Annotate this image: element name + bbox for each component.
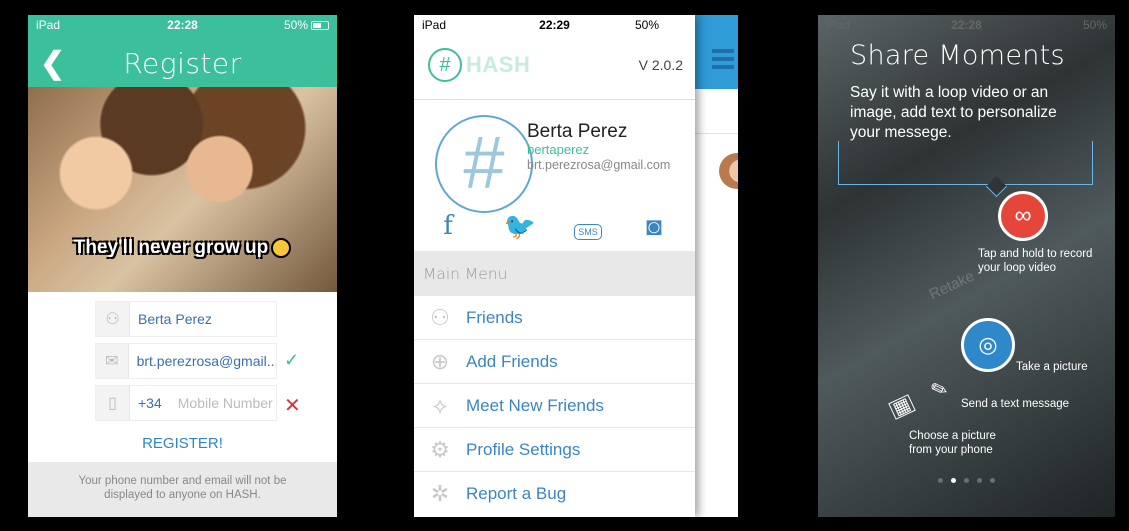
phone-field[interactable]: ▯ +34 Mobile Number (95, 385, 277, 421)
clock: 22:28 (951, 18, 982, 32)
add-friend-icon: ⊕ (430, 348, 450, 374)
sms-label: SMS (574, 224, 602, 240)
gear-icon: ⚙ (430, 436, 450, 462)
twitter-icon[interactable]: 🐦 (502, 211, 538, 242)
menu-item-label: Profile Settings (466, 439, 581, 459)
divider (414, 99, 695, 100)
status-bar: iPad 22:29 50% (414, 15, 695, 35)
facebook-icon[interactable]: f (430, 211, 466, 241)
menu-item-label: Friends (466, 307, 523, 327)
menu-item-add-friends[interactable]: ⊕ Add Friends (414, 340, 695, 384)
phone-icon: ▯ (96, 386, 130, 420)
register-screen: iPad 22:28 50% ❮ Register They'll never … (28, 15, 337, 517)
main-header (695, 15, 738, 89)
laughing-emoji-icon (271, 237, 292, 258)
menu-item-label: Meet New Friends (466, 395, 604, 415)
logo-text: HASH (466, 52, 531, 77)
clock: 22:28 (167, 18, 198, 32)
bug-icon: ✲ (430, 481, 450, 506)
menu-screen: iPad 22:29 50% # HASH V 2.0.2 # Berta Pe… (414, 15, 738, 517)
app-version: V 2.0.2 (638, 57, 683, 73)
envelope-icon: ✉ (96, 344, 129, 378)
text-message-icon[interactable]: ✎ (927, 375, 951, 404)
text-tip: Send a text message (961, 398, 1070, 410)
section-title: Main Menu (414, 251, 695, 296)
user-icon: ⚇ (96, 302, 130, 336)
profile-avatar[interactable]: # (435, 115, 533, 213)
photo-caption: They'll never grow up (28, 237, 337, 259)
page-dot[interactable] (964, 478, 969, 483)
menu-item-label: Report a Bug (466, 484, 567, 503)
menu-item-friends[interactable]: ⚇ Friends (414, 296, 695, 340)
gallery-icon[interactable]: ▦ (888, 393, 916, 420)
clock: 22:29 (539, 18, 570, 32)
page-dot[interactable] (938, 478, 943, 483)
picture-tip: Take a picture (1016, 361, 1088, 373)
page-dot[interactable] (951, 478, 956, 483)
menu-item-report-bug[interactable]: ✲ Report a Bug (414, 472, 695, 516)
cover-photo: They'll never grow up (28, 87, 337, 292)
tutorial-title: Share Moments (850, 40, 1065, 71)
caption-text: They'll never grow up (73, 237, 269, 258)
email-field[interactable]: ✉ brt.perezrosa@gmail.... (95, 343, 277, 379)
record-tip: Tap and hold to record your loop video (978, 248, 1093, 274)
divider (695, 133, 738, 134)
name-field[interactable]: ⚇ Berta Perez (95, 301, 277, 337)
camera-icon[interactable]: ◎ (961, 318, 1015, 372)
page-indicator (818, 470, 1115, 488)
mobile-number-input[interactable]: Mobile Number (162, 395, 273, 411)
tutorial-screen: iPad 22:28 50% Share Moments Say it with… (818, 15, 1115, 517)
profile-name: Berta Perez (527, 121, 628, 142)
callout-bracket (838, 141, 1093, 185)
page-title: Register (123, 47, 242, 80)
privacy-note: Your phone number and email will not be … (28, 462, 337, 517)
cross-icon: ✕ (284, 395, 301, 417)
side-drawer: iPad 22:29 50% # HASH V 2.0.2 # Berta Pe… (414, 15, 695, 517)
register-button[interactable]: REGISTER! (28, 435, 337, 452)
name-value: Berta Perez (138, 311, 212, 327)
handshake-icon: ⟡ (432, 392, 448, 418)
tutorial-subtitle: Say it with a loop video or an image, ad… (850, 84, 1057, 141)
country-code[interactable]: +34 (130, 395, 162, 411)
hamburger-menu-icon[interactable] (712, 49, 734, 73)
status-bar: iPad 22:28 50% (818, 15, 1115, 35)
register-header: iPad 22:28 50% ❮ Register (28, 15, 337, 87)
page-dot[interactable] (977, 478, 982, 483)
record-loop-icon[interactable]: ∞ (998, 191, 1048, 241)
profile-username: bertaperez (527, 142, 590, 157)
hash-logo-icon: # (428, 48, 462, 82)
friends-icon: ⚇ (430, 304, 450, 330)
email-value: brt.perezrosa@gmail.... (136, 353, 276, 369)
background-label: Retake (926, 267, 977, 304)
menu-item-profile-settings[interactable]: ⚙ Profile Settings (414, 428, 695, 472)
check-icon: ✓ (284, 350, 300, 370)
menu-item-meet-new-friends[interactable]: ⟡ Meet New Friends (414, 384, 695, 428)
profile-email: brt.perezrosa@gmail.com (527, 158, 671, 172)
battery-icon (311, 21, 329, 31)
avatar[interactable] (719, 153, 738, 189)
instagram-icon[interactable]: ◙ (636, 211, 672, 242)
menu-item-label: Add Friends (466, 351, 558, 371)
choose-tip: Choose a picture from your phone (909, 430, 996, 456)
page-dot[interactable] (990, 478, 995, 483)
sms-icon[interactable]: SMS (570, 211, 606, 242)
status-bar: iPad 22:28 50% (28, 15, 337, 35)
